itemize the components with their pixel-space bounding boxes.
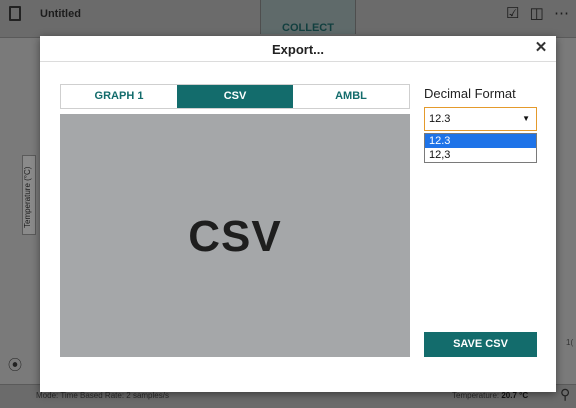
chevron-down-icon: ▼ (522, 114, 530, 123)
tab-ambl[interactable]: AMBL (293, 85, 409, 108)
decimal-format-options: 12.3 12,3 (424, 133, 537, 163)
document-icon (9, 6, 21, 21)
dialog-title: Export... (271, 42, 324, 57)
export-preview: CSV (60, 114, 410, 357)
temperature-label: Temperature: (452, 391, 502, 400)
tab-graph-1[interactable]: GRAPH 1 (61, 85, 177, 108)
collect-button: COLLECT (260, 0, 356, 34)
format-option-comma[interactable]: 12,3 (425, 148, 536, 162)
temperature-value: 20.7 °C (501, 391, 529, 400)
axis-tick-label: 1( (566, 338, 574, 347)
preview-format-text: CSV (188, 212, 282, 261)
y-axis-label: Temperature (°C) (23, 166, 32, 228)
probe-icon: ⚲ (560, 386, 571, 402)
toolbar-right-icons: ☑ ◫ ⋯ (506, 5, 572, 22)
mode-status-text: Mode: Time Based Rate: 2 samples/s (36, 391, 169, 400)
export-dialog: Export... ✕ GRAPH 1 CSV AMBL CSV Decimal… (40, 36, 556, 392)
app-document-title: Untitled (40, 8, 81, 20)
save-csv-button[interactable]: SAVE CSV (424, 332, 537, 357)
export-tabs: GRAPH 1 CSV AMBL (60, 84, 410, 109)
dialog-header: Export... ✕ (40, 36, 556, 62)
close-icon[interactable]: ✕ (532, 39, 550, 57)
tab-csv[interactable]: CSV (177, 85, 293, 108)
graph-icon: ⦿ (8, 357, 22, 373)
decimal-format-label: Decimal Format (424, 86, 516, 101)
temperature-readout: Temperature: 20.7 °C (452, 391, 528, 400)
decimal-format-value: 12.3 (429, 113, 451, 125)
format-option-dot[interactable]: 12.3 (425, 134, 536, 148)
decimal-format-select[interactable]: 12.3 ▼ (424, 107, 537, 131)
